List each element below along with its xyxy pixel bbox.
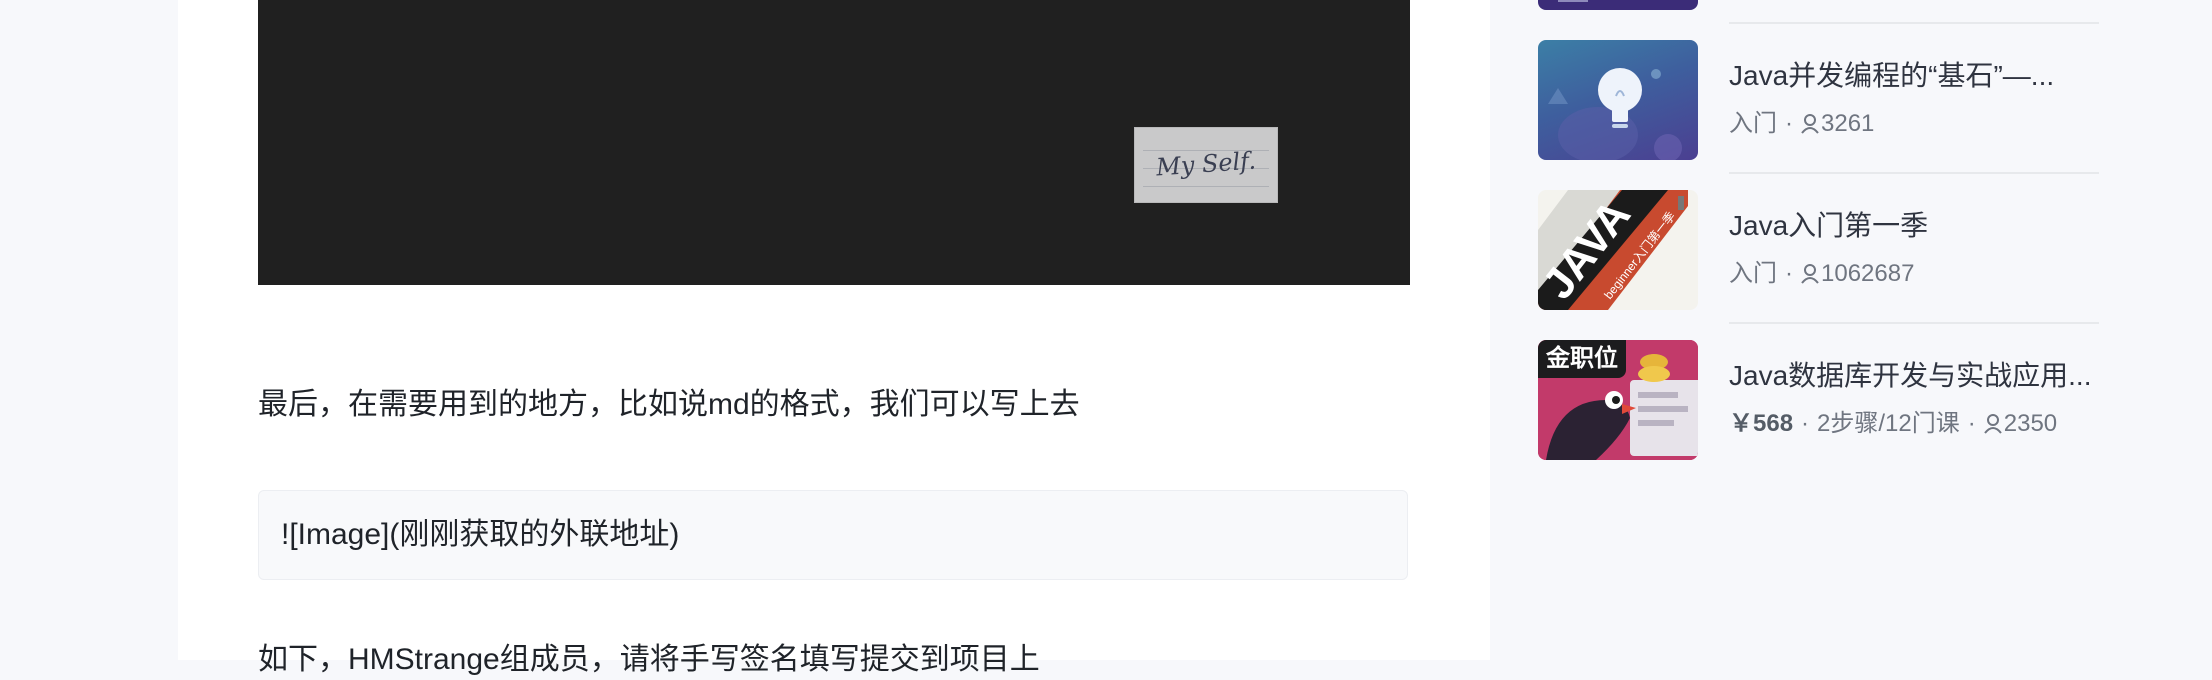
java-cover-icon: JAVA beginner入门第一季 [1538,190,1688,310]
divider [1729,322,2099,324]
user-icon [1983,411,2002,443]
user-icon [1801,111,1819,143]
course-thumbnail-2[interactable]: JAVA beginner入门第一季 [1538,190,1698,310]
course-level-2: 入门 [1729,260,1777,287]
course-meta-1: 入门 · 3261 [1729,108,1874,143]
course-level-1: 入门 [1729,110,1777,137]
course-meta-2: 入门 · 1062687 [1729,258,1914,293]
user-icon [1801,261,1819,293]
course-title-3[interactable]: Java数据库开发与实战应用... [1729,358,2099,394]
course-badge: 金职位 [1538,340,1626,378]
divider [1729,172,2099,174]
course-students-1: 3261 [1821,110,1875,137]
course-price-3: ￥568 [1729,410,1794,437]
course-thumbnail-previous[interactable] [1538,0,1698,10]
course-thumbnail-3[interactable]: 金职位 [1538,340,1698,460]
divider [1729,22,2099,24]
code-block: ![Image](刚刚获取的外联地址) [258,490,1408,580]
course-thumbnail-1[interactable] [1538,40,1698,160]
course-students-2: 1062687 [1821,260,1915,287]
code-line: ![Image](刚刚获取的外联地址) [281,518,680,551]
course-meta-3: ￥568 · 2步骤/12门课 · 2350 [1729,408,2057,443]
lightbulb-icon [1548,68,1682,160]
course-steps-3: 2步骤/12门课 [1817,410,1960,437]
course-title-1[interactable]: Java并发编程的“基石”—... [1729,58,2099,94]
course-students-3: 2350 [2003,410,2058,437]
course-title-2[interactable]: Java入门第一季 [1729,208,2099,244]
article-paragraph-2: 如下，HMStrange组成员，请将手写签名填写提交到项目上 [258,643,1040,676]
article-screenshot-image: My Self. [258,0,1410,285]
signature-image: My Self. [1134,127,1278,203]
article-paragraph-1: 最后，在需要用到的地方，比如说md的格式，我们可以写上去 [258,388,1080,421]
